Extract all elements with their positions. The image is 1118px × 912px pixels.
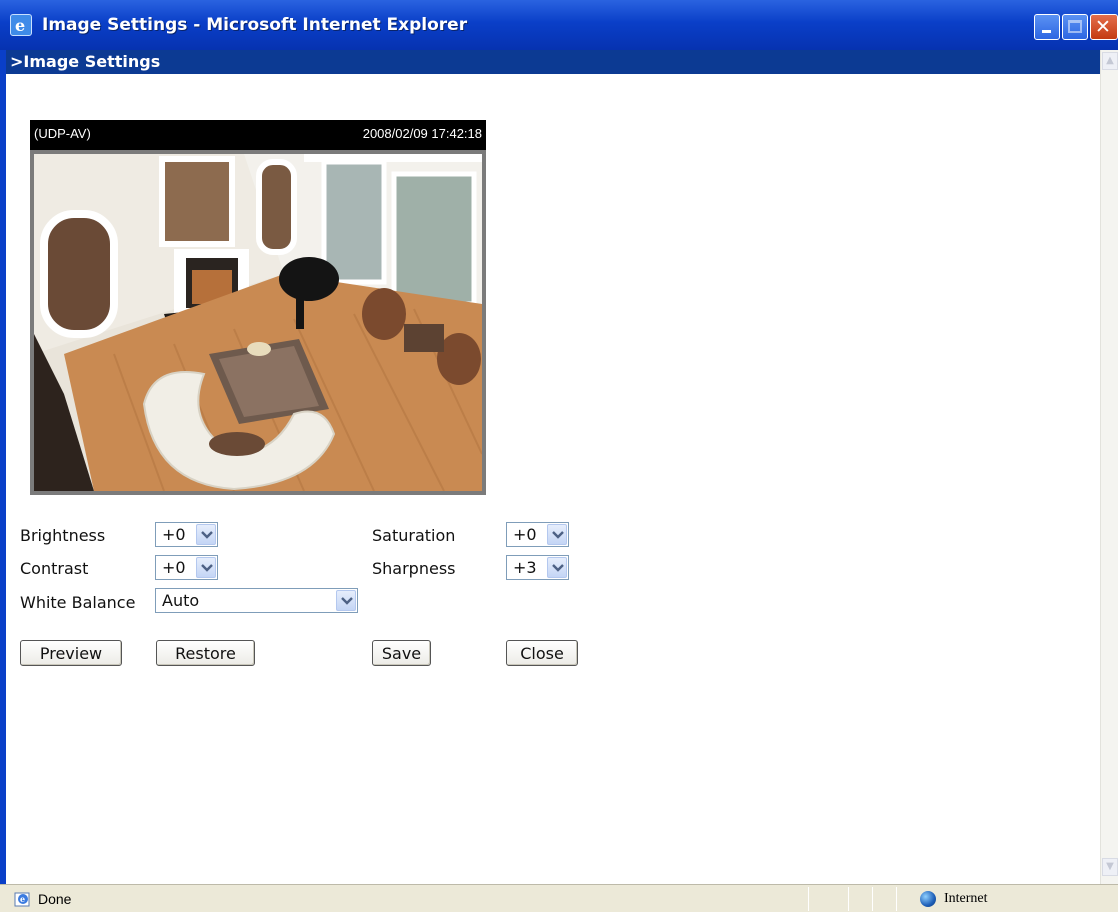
brightness-select[interactable]: +0 <box>155 522 218 547</box>
scroll-up-arrow-icon[interactable]: ▲ <box>1102 52 1118 70</box>
window-title-bar[interactable]: e Image Settings - Microsoft Internet Ex… <box>0 0 1118 50</box>
chevron-down-icon[interactable] <box>336 590 356 611</box>
restore-button[interactable]: Restore <box>156 640 255 666</box>
page-title: >Image Settings <box>10 52 161 71</box>
globe-icon <box>920 891 936 907</box>
save-button[interactable]: Save <box>372 640 431 666</box>
contrast-value: +0 <box>162 558 186 577</box>
vertical-scrollbar[interactable]: ▲ ▼ <box>1100 50 1118 892</box>
white-balance-select[interactable]: Auto <box>155 588 358 613</box>
sharpness-select[interactable]: +3 <box>506 555 569 580</box>
close-button[interactable]: Close <box>506 640 578 666</box>
status-text: Done <box>38 891 72 907</box>
status-divider <box>896 887 897 911</box>
white-balance-label: White Balance <box>20 593 136 612</box>
saturation-label: Saturation <box>372 526 456 545</box>
close-window-button[interactable]: ✕ <box>1090 14 1118 40</box>
camera-image <box>34 154 482 491</box>
scroll-down-arrow-icon[interactable]: ▼ <box>1102 858 1118 876</box>
window-frame-left <box>0 50 6 892</box>
internet-explorer-icon: e <box>10 14 32 36</box>
chevron-down-icon[interactable] <box>547 557 567 578</box>
contrast-label: Contrast <box>20 559 89 578</box>
stream-mode: (UDP-AV) <box>34 126 91 141</box>
video-timestamp: 2008/02/09 17:42:18 <box>362 126 482 141</box>
video-overlay-bar: (UDP-AV) 2008/02/09 17:42:18 <box>30 120 486 150</box>
page-done-icon: e <box>14 892 30 907</box>
status-bar: e Done Internet <box>0 884 1118 912</box>
page-header: >Image Settings <box>6 50 1100 74</box>
brightness-label: Brightness <box>20 526 106 545</box>
sharpness-value: +3 <box>513 558 537 577</box>
status-divider <box>848 887 849 911</box>
window-title: Image Settings - Microsoft Internet Expl… <box>42 15 468 35</box>
saturation-select[interactable]: +0 <box>506 522 569 547</box>
sharpness-label: Sharpness <box>372 559 456 578</box>
brightness-value: +0 <box>162 525 186 544</box>
saturation-value: +0 <box>513 525 537 544</box>
status-divider <box>872 887 873 911</box>
chevron-down-icon[interactable] <box>547 524 567 545</box>
maximize-icon <box>1068 20 1082 33</box>
minimize-icon <box>1042 30 1051 33</box>
minimize-button[interactable] <box>1034 14 1060 40</box>
contrast-select[interactable]: +0 <box>155 555 218 580</box>
chevron-down-icon[interactable] <box>196 557 216 578</box>
svg-text:e: e <box>20 894 25 904</box>
chevron-down-icon[interactable] <box>196 524 216 545</box>
maximize-button[interactable] <box>1062 14 1088 40</box>
status-divider <box>808 887 809 911</box>
security-zone-text: Internet <box>944 891 988 906</box>
white-balance-value: Auto <box>162 591 200 610</box>
close-icon: ✕ <box>1095 16 1111 38</box>
preview-button[interactable]: Preview <box>20 640 122 666</box>
camera-video-viewer: (UDP-AV) 2008/02/09 17:42:18 <box>30 120 486 495</box>
